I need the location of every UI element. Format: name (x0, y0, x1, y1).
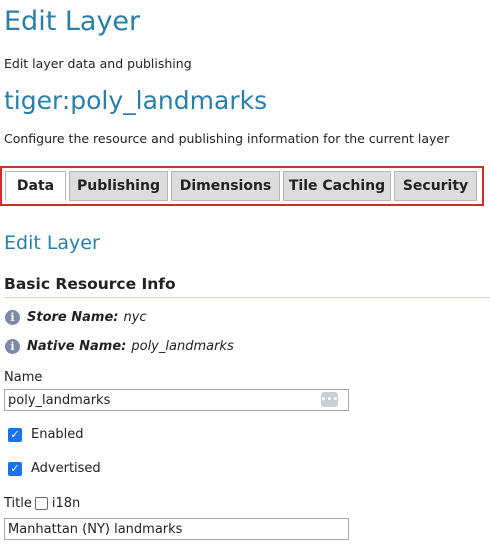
section-divider (4, 297, 490, 298)
advertised-label: Advertised (31, 461, 101, 476)
info-icon: i (5, 339, 20, 354)
section-title: Edit Layer (4, 232, 100, 254)
name-input[interactable]: poly_landmarks ••• (4, 389, 349, 411)
info-icon: i (5, 310, 20, 325)
tab-data[interactable]: Data (5, 171, 66, 201)
enabled-checkbox[interactable]: ✓ (8, 427, 22, 442)
title-label: Title (4, 496, 32, 511)
enabled-row: ✓ Enabled (8, 427, 84, 442)
advertised-row: ✓ Advertised (8, 461, 101, 476)
layer-name-heading: tiger:poly_landmarks (4, 86, 268, 115)
tab-tile-caching[interactable]: Tile Caching (283, 171, 391, 201)
name-label: Name (4, 370, 43, 385)
enabled-label: Enabled (31, 427, 84, 442)
layer-description: Configure the resource and publishing in… (4, 131, 450, 146)
native-name-row: i Native Name: poly_landmarks (5, 339, 234, 354)
title-input[interactable]: Manhattan (NY) landmarks (4, 518, 349, 540)
i18n-checkbox[interactable] (34, 497, 48, 510)
title-input-value: Manhattan (NY) landmarks (8, 521, 183, 537)
subsection-title: Basic Resource Info (4, 275, 176, 293)
store-name-value: nyc (123, 310, 147, 325)
store-name-row: i Store Name: nyc (5, 310, 147, 325)
title-label-row: Title i18n (4, 496, 80, 511)
native-name-value: poly_landmarks (131, 339, 234, 354)
store-name-label: Store Name: (27, 310, 119, 325)
page-description: Edit layer data and publishing (4, 56, 192, 71)
i18n-label: i18n (51, 496, 81, 511)
tabs-highlight-frame: Data Publishing Dimensions Tile Caching … (0, 166, 484, 206)
tab-bar: Data Publishing Dimensions Tile Caching … (5, 171, 479, 201)
more-options-button[interactable]: ••• (321, 392, 338, 407)
page-title: Edit Layer (4, 6, 141, 37)
tab-publishing[interactable]: Publishing (69, 171, 168, 201)
advertised-checkbox[interactable]: ✓ (8, 461, 22, 476)
tab-security[interactable]: Security (394, 171, 477, 201)
tab-dimensions[interactable]: Dimensions (171, 171, 280, 201)
native-name-label: Native Name: (27, 339, 127, 354)
name-input-value: poly_landmarks (8, 392, 111, 408)
